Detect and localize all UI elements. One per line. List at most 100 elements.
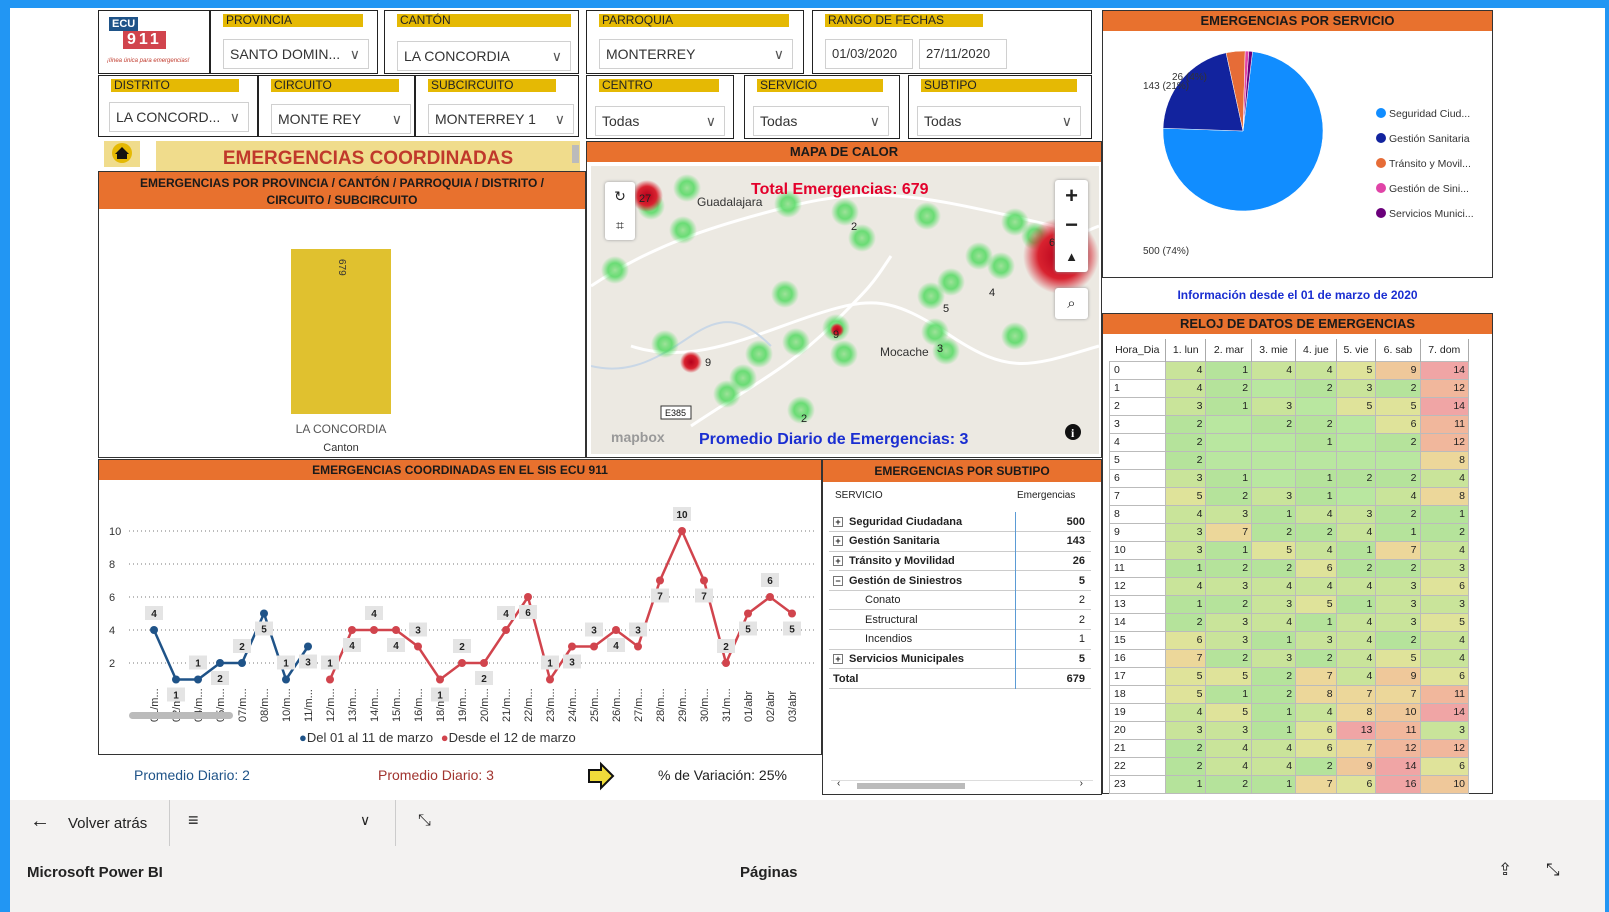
scroll-right-icon[interactable]: › <box>1080 778 1083 789</box>
scroll-thumb[interactable] <box>857 783 965 789</box>
home-button[interactable] <box>104 141 140 167</box>
slicer-subcircuito[interactable]: SUBCIRCUITO MONTERREY 1 ∨ <box>415 75 579 137</box>
series-point[interactable] <box>436 675 444 684</box>
compass-icon[interactable]: ▲ <box>1055 242 1088 272</box>
pages-menu-button[interactable]: ≡ ∨ <box>170 800 396 846</box>
slicer-centro-dropdown[interactable]: Todas ∨ <box>595 106 725 136</box>
map-canvas[interactable]: 2724599326 Total Emergencias: 679 Guadal… <box>591 166 1099 454</box>
back-button[interactable]: ← Volver atrás <box>10 800 170 846</box>
zoom-out-button[interactable]: − <box>1055 211 1088 242</box>
reloj-header-cell[interactable]: 2. mar <box>1205 339 1253 361</box>
subtipo-header-emergencias[interactable]: Emergencias <box>1017 490 1075 501</box>
reloj-header-cell[interactable]: 3. mie <box>1251 339 1297 361</box>
series-point[interactable] <box>370 626 378 634</box>
slicer-subtipo[interactable]: SUBTIPO Todas ∨ <box>908 75 1092 139</box>
series-point[interactable] <box>612 626 620 634</box>
share-button[interactable]: ⇪ <box>1498 860 1512 880</box>
subtipo-row[interactable]: + Servicios Municipales 5 <box>829 649 1091 669</box>
subtipo-row[interactable]: Conato 2 <box>829 590 1091 610</box>
series-point[interactable] <box>194 675 202 684</box>
select-rect-icon[interactable]: ⌗ <box>605 211 635 240</box>
subtipo-row[interactable]: − Gestión de Siniestros 5 <box>829 570 1091 591</box>
subtipo-row[interactable]: + Seguridad Ciudadana 500 <box>829 512 1091 532</box>
series-point[interactable] <box>700 576 708 585</box>
series-point[interactable] <box>766 593 774 601</box>
line-chart-scrollbar[interactable] <box>129 712 233 719</box>
series-point[interactable] <box>524 593 532 601</box>
point-data-label: 6 <box>525 608 531 619</box>
series-point[interactable] <box>260 609 268 618</box>
slicer-distrito[interactable]: DISTRITO LA CONCORD... ∨ <box>98 75 258 137</box>
series-point[interactable] <box>172 675 180 684</box>
slicer-parroquia-dropdown[interactable]: MONTERREY ∨ <box>599 39 793 69</box>
reloj-header-cell[interactable]: 5. vie <box>1336 339 1377 361</box>
series-point[interactable] <box>216 659 224 667</box>
fullscreen-exit-button[interactable]: ⤡ <box>1546 860 1560 880</box>
series-point[interactable] <box>238 659 246 667</box>
series-point[interactable] <box>502 626 510 634</box>
rotate-icon[interactable]: ↻ <box>605 182 635 211</box>
slicer-subcircuito-dropdown[interactable]: MONTERREY 1 ∨ <box>428 104 574 134</box>
expand-icon[interactable]: − <box>833 575 843 586</box>
date-to-input[interactable]: 27/11/2020 <box>919 39 1007 69</box>
series-point[interactable] <box>348 626 356 634</box>
reloj-header-cell[interactable]: 6. sab <box>1375 339 1421 361</box>
scroll-left-icon[interactable]: ‹ <box>837 778 840 789</box>
reloj-header-cell[interactable]: Hora_Dia <box>1109 339 1166 361</box>
series-point[interactable] <box>392 626 400 634</box>
slicer-provincia-dropdown[interactable]: SANTO DOMIN... ∨ <box>223 39 369 69</box>
y-tick-label: 8 <box>109 559 115 571</box>
slicer-distrito-dropdown[interactable]: LA CONCORD... ∨ <box>109 102 249 132</box>
series-point[interactable] <box>656 576 664 585</box>
slicer-servicio[interactable]: SERVICIO Todas ∨ <box>744 75 900 139</box>
slicer-centro[interactable]: CENTRO Todas ∨ <box>586 75 734 139</box>
slicer-circuito-dropdown[interactable]: MONTE REY ∨ <box>271 104 411 134</box>
date-from-input[interactable]: 01/03/2020 <box>825 39 913 69</box>
series-point[interactable] <box>304 642 312 651</box>
series-point[interactable] <box>282 675 290 684</box>
title-scrollbar[interactable] <box>572 145 579 163</box>
series-point[interactable] <box>480 659 488 667</box>
subtipo-hscroll[interactable]: ‹ › <box>831 778 1093 790</box>
slicer-rango-fechas[interactable]: RANGO DE FECHAS 01/03/2020 27/11/2020 <box>812 10 1092 74</box>
series-point[interactable] <box>458 659 466 667</box>
reloj-cell: 11 <box>1419 684 1469 704</box>
map-search-button[interactable]: ⌕ <box>1055 288 1088 319</box>
series-point[interactable] <box>744 609 752 618</box>
zoom-in-button[interactable]: + <box>1055 180 1088 211</box>
series-point[interactable] <box>788 609 796 618</box>
series-point[interactable] <box>326 675 334 684</box>
subtipo-row[interactable]: Total 679 <box>829 668 1091 689</box>
subtipo-row[interactable]: + Tránsito y Movilidad 26 <box>829 551 1091 571</box>
subtipo-row[interactable]: Incendios 1 <box>829 629 1091 650</box>
subtipo-row[interactable]: Estructural 2 <box>829 609 1091 630</box>
reloj-header-cell[interactable]: 4. jue <box>1295 339 1337 361</box>
reloj-cell: 2 <box>1419 522 1469 542</box>
map-zoom-controls[interactable]: + − ▲ <box>1055 180 1088 272</box>
series-point[interactable] <box>546 675 554 684</box>
slicer-circuito[interactable]: CIRCUITO MONTE REY ∨ <box>258 75 415 137</box>
series-point[interactable] <box>150 626 158 634</box>
series-point[interactable] <box>678 527 686 535</box>
expand-icon[interactable]: + <box>833 653 843 664</box>
subtipo-row[interactable]: + Gestión Sanitaria 143 <box>829 531 1091 552</box>
series-point[interactable] <box>722 659 730 667</box>
series-point[interactable] <box>568 642 576 651</box>
subtipo-header-servicio[interactable]: SERVICIO <box>835 490 883 501</box>
series-point[interactable] <box>414 642 422 651</box>
series-point[interactable] <box>590 642 598 651</box>
slicer-servicio-dropdown[interactable]: Todas ∨ <box>753 106 889 136</box>
slicer-parroquia[interactable]: PARROQUIA MONTERREY ∨ <box>586 10 804 74</box>
expand-icon[interactable]: + <box>833 555 843 566</box>
slicer-subtipo-dropdown[interactable]: Todas ∨ <box>917 106 1081 136</box>
slicer-provincia[interactable]: PROVINCIA SANTO DOMIN... ∨ <box>210 10 378 74</box>
reloj-header-cell[interactable]: 7. dom <box>1420 339 1469 361</box>
expand-icon[interactable]: + <box>833 516 843 527</box>
map-lasso-tools[interactable]: ↻ ⌗ <box>605 182 635 240</box>
series-point[interactable] <box>634 642 642 651</box>
expand-icon[interactable]: + <box>833 536 843 547</box>
reloj-header-cell[interactable]: 1. lun <box>1165 339 1207 361</box>
collapse-button[interactable]: ⤡ <box>418 812 431 830</box>
slicer-canton-dropdown[interactable]: LA CONCORDIA ∨ <box>397 41 571 71</box>
slicer-canton[interactable]: CANTÓN LA CONCORDIA ∨ <box>384 10 579 74</box>
